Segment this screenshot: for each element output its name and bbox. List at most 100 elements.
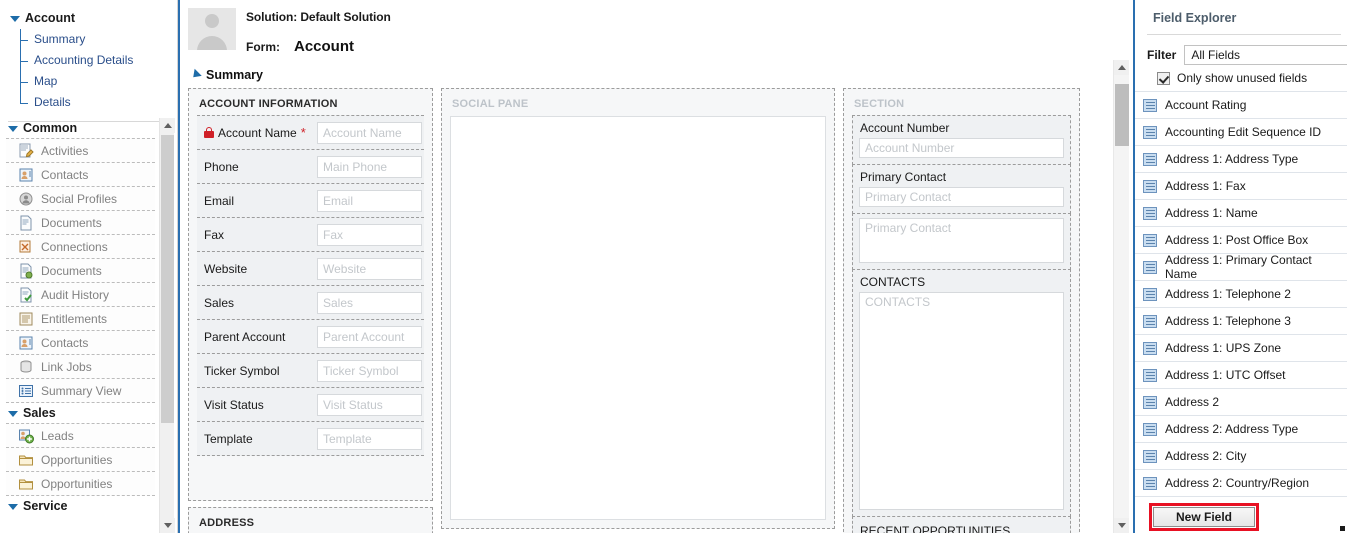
- sidebar-item-opportunities-2[interactable]: Opportunities: [6, 471, 155, 496]
- sidebar-item-social-profiles[interactable]: Social Profiles: [6, 186, 155, 211]
- subgrid-body[interactable]: CONTACTS: [859, 292, 1064, 510]
- field-website[interactable]: Website Website: [197, 251, 424, 286]
- list-item[interactable]: Address 1: Fax: [1135, 173, 1347, 200]
- form-column-1: ACCOUNT INFORMATION Account Name * Accou…: [188, 88, 433, 533]
- field-label: Email: [204, 193, 235, 208]
- list-item-label: Address 1: UPS Zone: [1165, 341, 1282, 355]
- sidebar-item-accounting-details[interactable]: Accounting Details: [18, 50, 177, 71]
- field-label: Primary Contact: [860, 170, 947, 184]
- subgrid-recent-opportunities[interactable]: RECENT OPPORTUNITIES: [852, 516, 1071, 533]
- field-ticker-symbol[interactable]: Ticker Symbol Ticker Symbol: [197, 353, 424, 388]
- scroll-down-arrow[interactable]: [1114, 518, 1129, 533]
- sidebar-item-documents-1[interactable]: Documents: [6, 210, 155, 235]
- list-item[interactable]: Address 1: UTC Offset: [1135, 362, 1347, 389]
- sidebar-item-activities[interactable]: Activities: [6, 138, 155, 163]
- field-input-placeholder[interactable]: Parent Account: [317, 325, 422, 348]
- filter-select[interactable]: All Fields: [1184, 45, 1347, 65]
- list-item[interactable]: Address 2: City: [1135, 443, 1347, 470]
- connections-icon: [18, 239, 34, 255]
- form-scroll-thumb[interactable]: [1115, 84, 1129, 146]
- section-social-pane: SOCIAL PANE: [441, 88, 835, 529]
- list-item[interactable]: Address 2: Country/Region: [1135, 470, 1347, 497]
- field-primary-contact-box[interactable]: Primary Contact: [852, 213, 1071, 270]
- form-scrollbar[interactable]: [1113, 60, 1129, 533]
- sidebar-item-summary-view[interactable]: Summary View: [6, 378, 155, 403]
- list-item-label: Address 1: Fax: [1165, 179, 1246, 193]
- sidebar-item-summary[interactable]: Summary: [18, 29, 177, 50]
- field-input-placeholder[interactable]: Main Phone: [317, 155, 422, 178]
- list-item[interactable]: Address 1: Name: [1135, 200, 1347, 227]
- sidebar-item-contacts[interactable]: Contacts: [6, 162, 155, 187]
- field-input-placeholder[interactable]: Account Name: [317, 121, 422, 144]
- sidebar-item-connections[interactable]: Connections: [6, 234, 155, 259]
- sidebar-item-leads[interactable]: Leads: [6, 423, 155, 448]
- field-input-placeholder[interactable]: Sales: [317, 291, 422, 314]
- checkbox-icon[interactable]: [1157, 71, 1170, 85]
- field-input-placeholder[interactable]: Email: [317, 189, 422, 212]
- list-item[interactable]: Address 1: UPS Zone: [1135, 335, 1347, 362]
- sidebar-item-contacts-2[interactable]: Contacts: [6, 330, 155, 355]
- list-item[interactable]: Address 1: Post Office Box: [1135, 227, 1347, 254]
- sidebar-item-label: Contacts: [41, 335, 89, 350]
- sidebar-item-map[interactable]: Map: [18, 71, 177, 92]
- field-input-placeholder[interactable]: Ticker Symbol: [317, 359, 422, 382]
- nav-section-sales[interactable]: Sales: [6, 403, 155, 424]
- scroll-down-arrow[interactable]: [160, 518, 175, 533]
- sidebar-item-label: Map: [34, 74, 58, 88]
- field-fax[interactable]: Fax Fax: [197, 217, 424, 252]
- field-input-placeholder[interactable]: Website: [317, 257, 422, 280]
- nav-scroll-thumb[interactable]: [161, 135, 174, 423]
- list-item[interactable]: Address 2: [1135, 389, 1347, 416]
- list-item-label: Address 2: Address Type: [1165, 422, 1299, 436]
- only-unused-fields-checkbox-row[interactable]: Only show unused fields: [1135, 65, 1347, 91]
- field-input-placeholder[interactable]: Primary Contact: [859, 187, 1064, 207]
- sidebar-item-documents-2[interactable]: Documents: [6, 258, 155, 283]
- list-item-label: Address 1: UTC Offset: [1165, 368, 1286, 382]
- field-template[interactable]: Template Template: [197, 421, 424, 456]
- avatar: [188, 8, 236, 50]
- new-field-button[interactable]: New Field: [1153, 507, 1255, 527]
- scroll-up-arrow[interactable]: [160, 118, 175, 133]
- section-account-information: ACCOUNT INFORMATION Account Name * Accou…: [188, 88, 433, 501]
- field-primary-contact[interactable]: Primary Contact Primary Contact: [852, 164, 1071, 214]
- nav-section-common[interactable]: Common: [6, 118, 155, 139]
- list-item[interactable]: Accounting Edit Sequence ID: [1135, 119, 1347, 146]
- sidebar-item-entitlements[interactable]: Entitlements: [6, 306, 155, 331]
- list-item[interactable]: Address 1: Telephone 2: [1135, 281, 1347, 308]
- list-item[interactable]: Address 1: Primary Contact Name: [1135, 253, 1347, 281]
- field-icon: [1143, 422, 1157, 436]
- nav-scrollbar[interactable]: [159, 118, 175, 533]
- field-email[interactable]: Email Email: [197, 183, 424, 218]
- list-item[interactable]: Address 1: Telephone 3: [1135, 308, 1347, 335]
- sidebar-item-details[interactable]: Details: [18, 92, 177, 113]
- field-account-name[interactable]: Account Name * Account Name: [197, 115, 424, 150]
- tab-summary[interactable]: Summary: [180, 62, 1133, 86]
- sidebar-item-opportunities-1[interactable]: Opportunities: [6, 447, 155, 472]
- scroll-up-arrow[interactable]: [1114, 60, 1129, 75]
- sidebar-item-link-jobs[interactable]: Link Jobs: [6, 354, 155, 379]
- field-account-number[interactable]: Account Number Account Number: [852, 115, 1071, 165]
- subgrid-contacts[interactable]: CONTACTS CONTACTS: [852, 269, 1071, 517]
- list-item[interactable]: Address 1: Address Type: [1135, 146, 1347, 173]
- avatar-body: [197, 36, 227, 50]
- field-sales[interactable]: Sales Sales: [197, 285, 424, 320]
- field-phone[interactable]: Phone Main Phone: [197, 149, 424, 184]
- nav-section-service[interactable]: Service: [6, 496, 155, 517]
- list-item[interactable]: Address 2: Address Type: [1135, 416, 1347, 443]
- account-subnav-tree: Summary Accounting Details Map Details: [8, 29, 177, 113]
- field-input-placeholder[interactable]: Primary Contact: [859, 218, 1064, 263]
- section-title: SOCIAL PANE: [452, 98, 529, 110]
- account-group-header[interactable]: Account: [8, 10, 177, 29]
- list-item-label: Address 1: Telephone 2: [1165, 287, 1291, 301]
- field-parent-account[interactable]: Parent Account Parent Account: [197, 319, 424, 354]
- field-visit-status[interactable]: Visit Status Visit Status: [197, 387, 424, 422]
- field-input-placeholder[interactable]: Visit Status: [317, 393, 422, 416]
- field-input-placeholder[interactable]: Template: [317, 427, 422, 450]
- list-item[interactable]: Account Rating: [1135, 92, 1347, 119]
- social-pane-body[interactable]: [450, 116, 826, 520]
- sidebar-item-audit-history[interactable]: Audit History: [6, 282, 155, 307]
- field-input-placeholder[interactable]: Fax: [317, 223, 422, 246]
- field-input-placeholder[interactable]: Account Number: [859, 138, 1064, 158]
- field-icon: [1143, 314, 1157, 328]
- resize-corner-dot: [1340, 526, 1345, 531]
